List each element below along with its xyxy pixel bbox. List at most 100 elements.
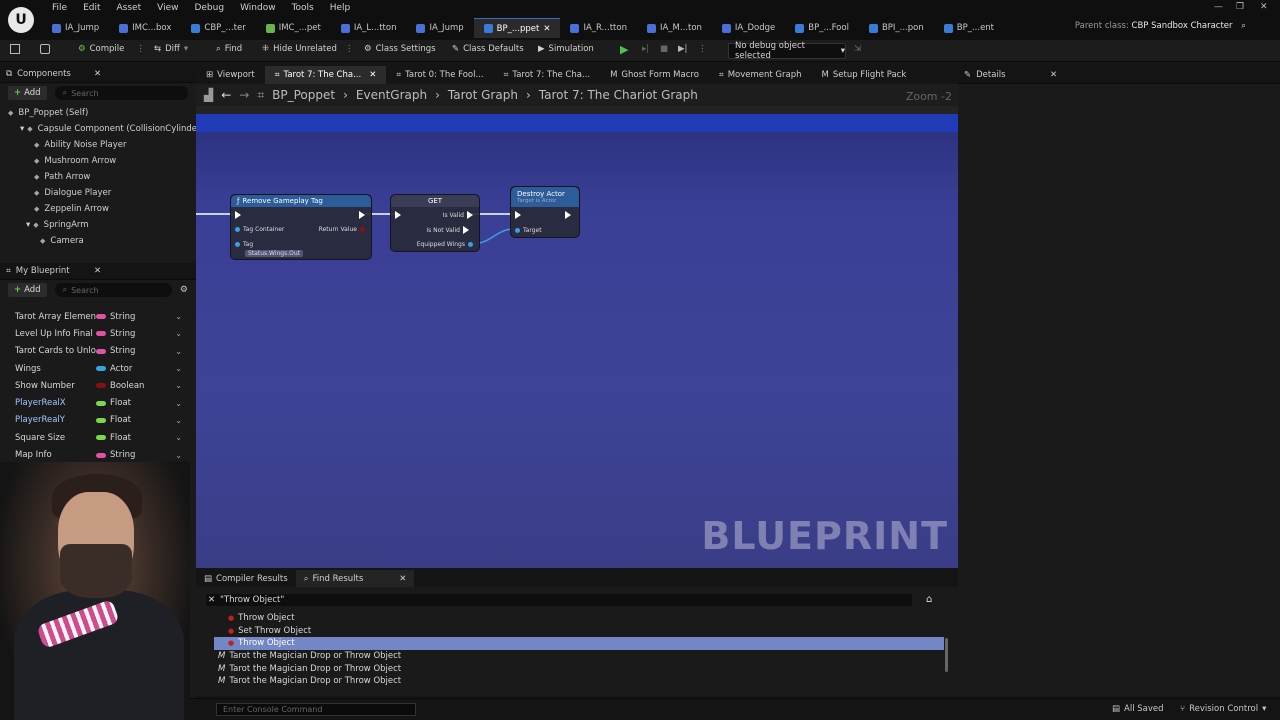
components-search-input[interactable]: ⌕ Search — [54, 86, 188, 100]
graph-canvas[interactable]: ƒ Remove Gameplay Tag Tag Container Retur… — [196, 114, 958, 568]
tab-8[interactable]: IA_M...ton — [637, 18, 712, 38]
stop-icon[interactable]: ■ — [660, 44, 668, 54]
component-item[interactable]: ◆ Ability Noise Player — [0, 137, 196, 153]
component-item[interactable]: ◆ Dialogue Player — [0, 185, 196, 201]
variable-row[interactable]: Level Up Info Final String ⌄ — [0, 325, 196, 342]
expand-arrow-icon[interactable]: ▾ — [20, 124, 24, 134]
component-item[interactable]: ▾ ◆ Capsule Component (CollisionCylinder) — [0, 121, 204, 137]
console-input[interactable]: Enter Console Command — [216, 703, 416, 716]
close-icon[interactable]: ✕ — [1260, 2, 1268, 12]
close-my-blueprint-icon[interactable]: ✕ — [94, 266, 101, 276]
chevron-down-icon[interactable]: ⌄ — [175, 381, 182, 390]
variable-type[interactable]: String — [96, 346, 135, 356]
clear-icon[interactable]: ✕ — [208, 595, 215, 605]
diff-button[interactable]: ⇆ Diff ▾ — [154, 44, 188, 54]
equipped-wings-pin[interactable]: Equipped Wings — [417, 241, 473, 248]
variable-type[interactable]: Boolean — [96, 381, 144, 391]
chevron-down-icon[interactable]: ⌄ — [175, 329, 182, 338]
menu-edit[interactable]: Edit — [75, 2, 108, 14]
is-not-valid-pin[interactable]: Is Not Valid — [426, 226, 469, 234]
graph-tab[interactable]: M Ghost Form Macro — [600, 66, 709, 84]
parent-class-value[interactable]: CBP Sandbox Character — [1132, 21, 1233, 31]
menu-tools[interactable]: Tools — [284, 2, 322, 14]
debug-object-select[interactable]: No debug object selected ▾ — [728, 41, 846, 61]
is-valid-pin[interactable]: Is Valid — [443, 211, 473, 219]
tab-0[interactable]: IA_Jump — [42, 18, 109, 38]
graph-tab[interactable]: ⌗ Tarot 7: The Cha... ✕ — [264, 66, 387, 84]
tab-find-results[interactable]: ⌕ Find Results ✕ — [295, 570, 415, 587]
menu-help[interactable]: Help — [322, 2, 359, 14]
add-component-button[interactable]: + Add — [8, 86, 47, 100]
expand-arrow-icon[interactable]: ▾ — [26, 220, 30, 230]
tab-10[interactable]: BP_...Fool — [785, 18, 859, 38]
find-result-item[interactable]: M Tarot the Magician Drop or Throw Object — [214, 675, 944, 688]
save-icon[interactable] — [10, 44, 20, 54]
variable-type[interactable]: Actor — [96, 364, 132, 374]
unreal-logo-icon[interactable]: U — [8, 7, 34, 33]
tag-container-pin[interactable]: Tag Container — [235, 226, 284, 233]
menu-view[interactable]: View — [149, 2, 186, 14]
chevron-down-icon[interactable]: ⌄ — [175, 451, 182, 460]
save-status[interactable]: ▤ All Saved — [1112, 704, 1164, 714]
compile-button[interactable]: ⚙ Compile ⋮ — [78, 44, 145, 54]
tab-5[interactable]: IA_Jump — [406, 18, 473, 38]
variable-row[interactable]: Tarot Array Element String ⌄ — [0, 308, 196, 325]
variable-type[interactable]: String — [96, 329, 135, 339]
component-item[interactable]: ◆ BP_Poppet (Self) — [0, 105, 196, 121]
menu-asset[interactable]: Asset — [109, 2, 150, 14]
add-member-button[interactable]: + Add — [8, 283, 47, 297]
simulation-button[interactable]: ▶ Simulation — [538, 44, 594, 54]
graph-tab[interactable]: ⌗ Tarot 0: The Fool... — [386, 66, 493, 84]
return-value-pin[interactable]: Return Value — [319, 226, 365, 233]
menu-file[interactable]: File — [44, 2, 75, 14]
restore-icon[interactable]: ❐ — [1236, 2, 1244, 12]
hide-unrelated-button[interactable]: ⁜ Hide Unrelated ⋮ — [262, 44, 353, 54]
menu-window[interactable]: Window — [232, 2, 284, 14]
tab-6[interactable]: BP_...ppet ✕ — [473, 18, 561, 38]
tab-7[interactable]: IA_R...tton — [560, 18, 637, 38]
search-icon[interactable]: ⌕ — [1241, 21, 1246, 31]
chevron-down-icon[interactable]: ⌄ — [175, 399, 182, 408]
eject-icon[interactable]: ▶| — [678, 44, 687, 54]
browse-icon[interactable] — [40, 44, 50, 54]
close-tab-icon[interactable]: ✕ — [369, 70, 376, 80]
play-options-icon[interactable]: ⋮ — [698, 44, 707, 54]
graph-tab[interactable]: ⊞ Viewport — [196, 66, 265, 84]
tab-9[interactable]: IA_Dodge — [712, 18, 785, 38]
minimize-icon[interactable]: — — [1214, 2, 1223, 12]
forward-arrow-icon[interactable]: → — [239, 88, 249, 102]
my-blueprint-search-input[interactable]: ⌕ Search — [54, 283, 172, 297]
remove-gameplay-tag-node[interactable]: ƒ Remove Gameplay Tag Tag Container Retur… — [230, 194, 372, 260]
variable-type[interactable]: Float — [96, 433, 131, 443]
breadcrumb-bp-poppet[interactable]: BP_Poppet — [272, 88, 335, 102]
graph-menu-icon[interactable]: ▟ — [204, 88, 213, 102]
tag-pin[interactable]: Tag — [235, 241, 253, 248]
class-defaults-button[interactable]: ✎ Class Defaults — [452, 44, 524, 54]
component-item[interactable]: ▾ ◆ SpringArm — [0, 217, 196, 233]
find-results-input[interactable]: ✕ "Throw Object" — [206, 594, 912, 606]
chevron-down-icon[interactable]: ⌄ — [175, 347, 182, 356]
debug-icon[interactable]: ⇲ — [854, 44, 861, 54]
find-result-item[interactable]: ● Throw Object — [214, 637, 944, 650]
variable-row[interactable]: Tarot Cards to Unlock String ⌄ — [0, 343, 196, 360]
exec-out-pin[interactable] — [565, 211, 571, 219]
chevron-down-icon[interactable]: ⌄ — [175, 364, 182, 373]
close-find-results-icon[interactable]: ✕ — [399, 574, 406, 584]
graph-tab[interactable]: M Setup Flight Pack — [812, 66, 917, 84]
chevron-down-icon[interactable]: ⌄ — [175, 416, 182, 425]
find-button[interactable]: ⌕ Find — [216, 44, 242, 54]
variable-type[interactable]: String — [96, 450, 135, 460]
variable-row[interactable]: Wings Actor ⌄ — [0, 360, 196, 377]
variable-type[interactable]: String — [96, 312, 135, 322]
settings-gear-icon[interactable]: ⚙ — [180, 285, 188, 295]
tab-3[interactable]: IMC_...pet — [256, 18, 331, 38]
component-item[interactable]: ◆ Camera — [0, 233, 196, 249]
get-validated-node[interactable]: GET Is Valid Is Not Valid Equipped Wings — [390, 194, 480, 252]
breadcrumb-tarot-graph[interactable]: Tarot Graph — [448, 88, 518, 102]
find-result-item[interactable]: M Tarot the Magician Drop or Throw Object — [214, 662, 944, 675]
variable-type[interactable]: Float — [96, 415, 131, 425]
target-pin[interactable]: Target — [515, 227, 542, 234]
variable-row[interactable]: Show Number Boolean ⌄ — [0, 377, 196, 394]
breadcrumb-eventgraph[interactable]: EventGraph — [356, 88, 427, 102]
tab-4[interactable]: IA_L...tton — [331, 18, 407, 38]
